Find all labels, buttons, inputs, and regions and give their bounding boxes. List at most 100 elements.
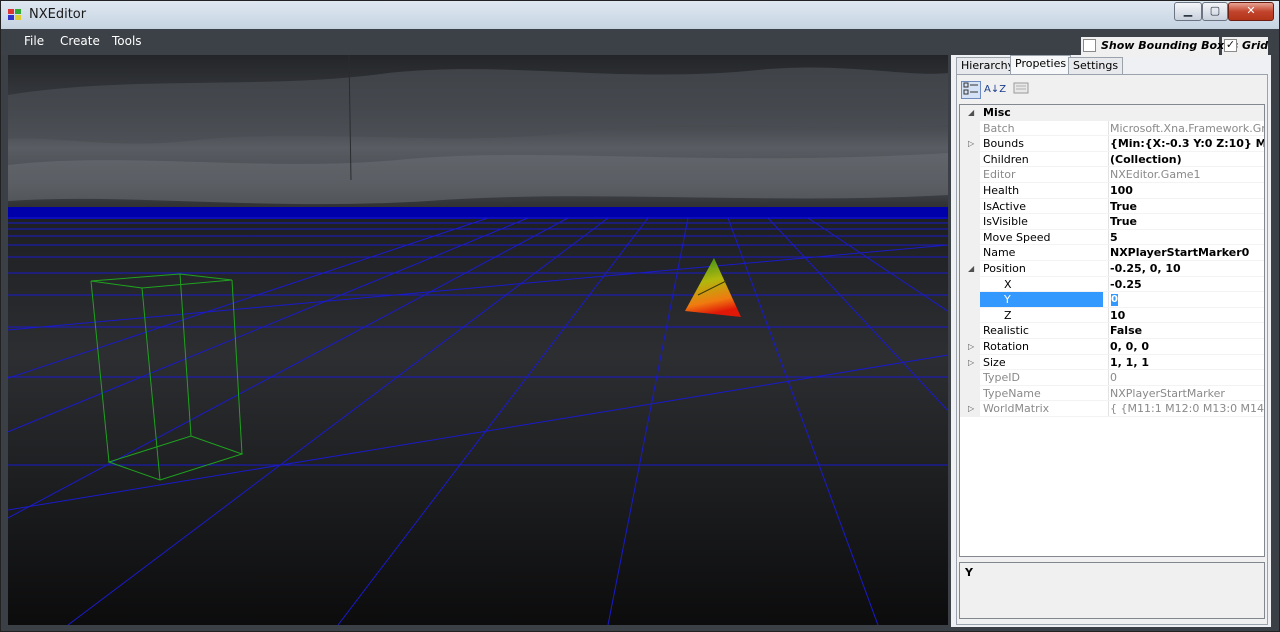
collapse-icon[interactable]: ◢ bbox=[968, 105, 974, 120]
property-row[interactable]: TypeName NXPlayerStartMarker bbox=[960, 385, 1264, 402]
property-name: IsActive bbox=[983, 199, 1027, 213]
property-row[interactable]: Batch Microsoft.Xna.Framework.Graphics bbox=[960, 120, 1264, 137]
window-title: NXEditor bbox=[29, 7, 87, 22]
row-gutter bbox=[960, 120, 980, 137]
property-name: Editor bbox=[983, 168, 1016, 182]
property-value[interactable]: NXPlayerStartMarker0 bbox=[1108, 245, 1264, 261]
property-name: Size bbox=[983, 355, 1006, 369]
property-value: NXEditor.Game1 bbox=[1108, 167, 1264, 183]
expand-icon[interactable]: ▷ bbox=[968, 339, 974, 354]
property-name: Health bbox=[983, 184, 1020, 197]
show-bounding-boxes-checkbox[interactable] bbox=[1083, 39, 1096, 52]
row-gutter bbox=[960, 370, 980, 387]
show-bounding-boxes-label[interactable]: Show Bounding Boxes bbox=[1101, 39, 1238, 52]
property-name: Y bbox=[980, 292, 1103, 308]
property-name: Move Speed bbox=[983, 230, 1051, 244]
property-row[interactable]: Move Speed 5 bbox=[960, 229, 1264, 246]
property-value: Microsoft.Xna.Framework.Graphics bbox=[1108, 120, 1264, 136]
description-title: Y bbox=[965, 566, 973, 579]
property-grid[interactable]: ◢ Misc Batch Microsoft.Xna.Framework.Grap… bbox=[959, 104, 1265, 557]
category-row[interactable]: ◢ Misc bbox=[960, 105, 1264, 121]
menu-file[interactable]: File bbox=[24, 34, 44, 48]
row-gutter bbox=[960, 385, 980, 402]
scene-viewport[interactable] bbox=[8, 55, 948, 625]
property-name: Name bbox=[983, 246, 1016, 260]
property-row[interactable]: Editor NXEditor.Game1 bbox=[960, 167, 1264, 184]
property-value[interactable]: 100 bbox=[1108, 183, 1264, 198]
property-row[interactable]: Z 10 bbox=[960, 307, 1264, 324]
property-row[interactable]: Realistic False bbox=[960, 323, 1264, 340]
property-value[interactable]: 1, 1, 1 bbox=[1108, 354, 1264, 370]
property-row[interactable]: ▷ Size 1, 1, 1 bbox=[960, 354, 1264, 371]
property-row[interactable]: Y0 bbox=[960, 292, 1264, 309]
title-bar[interactable]: NXEditor ▁ ▢ ✕ bbox=[1, 1, 1279, 29]
expand-icon[interactable]: ▷ bbox=[968, 136, 974, 151]
description-pane: Y bbox=[959, 562, 1265, 619]
property-value[interactable]: True bbox=[1108, 198, 1264, 214]
property-value[interactable]: True bbox=[1108, 214, 1264, 230]
row-gutter bbox=[960, 292, 980, 309]
property-name: TypeName bbox=[983, 386, 1041, 400]
property-name: Position bbox=[983, 262, 1026, 275]
property-row[interactable]: ▷ Rotation 0, 0, 0 bbox=[960, 339, 1264, 355]
property-value: { {M11:1 M12:0 M13:0 M14:0} {M2 bbox=[1108, 401, 1264, 417]
property-value[interactable]: False bbox=[1108, 323, 1264, 339]
property-value: 0 bbox=[1108, 370, 1264, 386]
ground-plane bbox=[8, 210, 948, 625]
row-gutter bbox=[960, 151, 980, 168]
property-pages-icon bbox=[1013, 82, 1029, 94]
menu-create[interactable]: Create bbox=[60, 34, 100, 48]
property-name: Batch bbox=[983, 121, 1015, 135]
property-value[interactable]: {Min:{X:-0.3 Y:0 Z:10} Max:{ bbox=[1108, 136, 1264, 152]
property-value[interactable]: (Collection) bbox=[1108, 151, 1264, 167]
property-row[interactable]: X -0.25 bbox=[960, 276, 1264, 293]
row-gutter bbox=[960, 276, 980, 293]
expand-icon[interactable]: ◢ bbox=[968, 261, 974, 276]
categorized-button[interactable] bbox=[961, 81, 981, 99]
property-row[interactable]: Children (Collection) bbox=[960, 151, 1264, 168]
property-name: Realistic bbox=[983, 324, 1029, 338]
property-row[interactable]: IsActive True bbox=[960, 198, 1264, 215]
property-name: TypeID bbox=[983, 371, 1020, 385]
tab-settings[interactable]: Settings bbox=[1068, 57, 1124, 75]
property-name: Bounds bbox=[983, 137, 1024, 151]
property-row[interactable]: TypeID 0 bbox=[960, 370, 1264, 387]
alphabetical-button[interactable]: A↓Z bbox=[983, 81, 1006, 99]
minimize-button[interactable]: ▁ bbox=[1174, 2, 1202, 21]
tab-properties[interactable]: Propeties bbox=[1010, 55, 1072, 75]
property-row[interactable]: Health 100 bbox=[960, 183, 1264, 199]
property-row[interactable]: Name NXPlayerStartMarker0 bbox=[960, 245, 1264, 262]
row-gutter bbox=[960, 229, 980, 246]
cloud-band bbox=[8, 153, 948, 205]
property-name: X bbox=[1004, 277, 1012, 291]
expand-icon[interactable]: ▷ bbox=[968, 401, 974, 416]
property-value[interactable]: 5 bbox=[1108, 229, 1264, 245]
property-row[interactable]: ▷ Bounds {Min:{X:-0.3 Y:0 Z:10} Max:{ bbox=[960, 136, 1264, 153]
property-row[interactable]: ▷ WorldMatrix { {M11:1 M12:0 M13:0 M14:0} … bbox=[960, 401, 1264, 418]
menu-tools[interactable]: Tools bbox=[112, 34, 142, 48]
value-text-selected[interactable]: 0 bbox=[1111, 294, 1118, 307]
close-button[interactable]: ✕ bbox=[1228, 2, 1274, 21]
property-name: Children bbox=[983, 152, 1029, 166]
property-row[interactable]: IsVisible True bbox=[960, 214, 1264, 231]
property-value-editor[interactable]: 0 bbox=[1108, 292, 1264, 308]
scene-render bbox=[8, 55, 948, 625]
property-value[interactable]: -0.25 bbox=[1108, 276, 1264, 292]
property-value[interactable]: 10 bbox=[1108, 307, 1264, 323]
property-pages-button[interactable] bbox=[1011, 81, 1031, 99]
grid-checkbox[interactable]: ✓ bbox=[1224, 39, 1237, 52]
property-value: NXPlayerStartMarker bbox=[1108, 385, 1264, 401]
row-gutter bbox=[960, 245, 980, 262]
row-gutter bbox=[960, 167, 980, 184]
maximize-button[interactable]: ▢ bbox=[1202, 2, 1228, 21]
grid-label[interactable]: Grid bbox=[1242, 39, 1268, 52]
row-gutter bbox=[960, 307, 980, 324]
property-name: Z bbox=[1004, 308, 1012, 322]
expand-icon[interactable]: ▷ bbox=[968, 355, 974, 370]
property-row[interactable]: ◢ Position -0.25, 0, 10 bbox=[960, 261, 1264, 277]
property-name: WorldMatrix bbox=[983, 402, 1050, 416]
property-value[interactable]: -0.25, 0, 10 bbox=[1108, 261, 1264, 276]
row-separator bbox=[980, 415, 1264, 417]
horizon-band bbox=[8, 207, 948, 219]
property-value[interactable]: 0, 0, 0 bbox=[1108, 339, 1264, 354]
